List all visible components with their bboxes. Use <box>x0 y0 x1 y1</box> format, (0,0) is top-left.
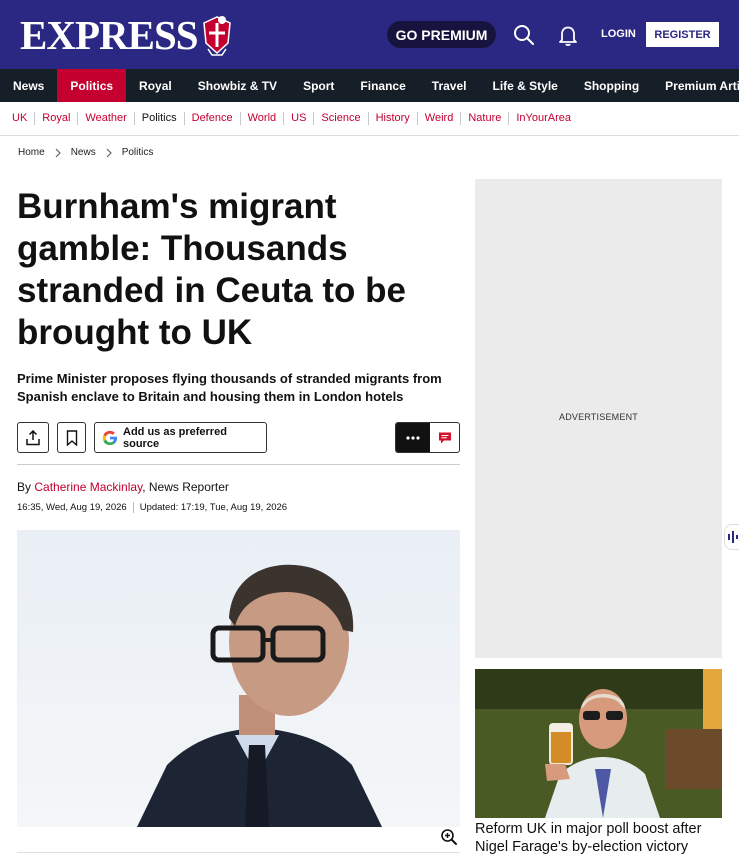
article-standfirst: Prime Minister proposes flying thousands… <box>17 371 442 404</box>
share-icon <box>26 429 40 445</box>
nav-item-premium-articles[interactable]: Premium Articles <box>652 69 739 102</box>
crest-logo-icon <box>202 16 231 56</box>
subnav-item-world[interactable]: World <box>241 112 285 125</box>
subnav-item-royal[interactable]: Royal <box>35 112 79 125</box>
comments-button[interactable] <box>395 422 460 453</box>
subnav-item-weird[interactable]: Weird <box>418 112 462 125</box>
subnav-item-us[interactable]: US <box>284 112 315 125</box>
main-nav: News Politics Royal Showbiz & TV Sport F… <box>0 69 739 102</box>
nav-item-finance[interactable]: Finance <box>347 69 418 102</box>
google-icon <box>102 430 117 445</box>
byline: By Catherine Mackinlay, News Reporter <box>17 480 229 494</box>
subnav-item-nature[interactable]: Nature <box>461 112 510 125</box>
article-headline: Burnham's migrant gamble: Thousands stra… <box>17 187 406 352</box>
promo-image[interactable] <box>475 669 722 818</box>
subnav-item-politics[interactable]: Politics <box>135 112 185 125</box>
search-icon[interactable] <box>512 23 536 47</box>
google-preferred-source-button[interactable]: Add us as preferred source <box>94 422 267 453</box>
advertisement-slot[interactable]: ADVERTISEMENT <box>475 179 722 658</box>
register-button[interactable]: REGISTER <box>646 22 719 47</box>
login-link[interactable]: LOGIN <box>601 28 636 40</box>
chevron-right-icon <box>55 148 61 157</box>
article-dates: 16:35, Wed, Aug 19, 2026 Updated: 17:19,… <box>17 502 287 513</box>
article-actions: Add us as preferred source <box>17 422 460 453</box>
advertisement-label: ADVERTISEMENT <box>559 412 638 422</box>
chevron-right-icon <box>106 148 112 157</box>
hero-bottom-rule <box>17 852 460 853</box>
logo-text: EXPRESS <box>20 12 199 58</box>
portrait-photo <box>17 530 460 827</box>
nav-item-royal[interactable]: Royal <box>126 69 185 102</box>
subnav-item-history[interactable]: History <box>369 112 418 125</box>
hero-image[interactable] <box>17 530 460 827</box>
share-button[interactable] <box>17 422 49 453</box>
breadcrumb-home[interactable]: Home <box>18 147 45 158</box>
nav-item-travel[interactable]: Travel <box>419 69 480 102</box>
promo-headline-link[interactable]: Reform UK in major poll boost after Nige… <box>475 820 735 856</box>
subnav-item-inyourarea[interactable]: InYourArea <box>509 112 578 125</box>
express-logo[interactable]: EXPRESS <box>20 12 234 58</box>
audio-bars-icon <box>728 531 738 543</box>
subnav-item-defence[interactable]: Defence <box>185 112 241 125</box>
comment-icon <box>438 432 451 443</box>
nav-item-life-style[interactable]: Life & Style <box>479 69 570 102</box>
subnav-item-uk[interactable]: UK <box>5 112 36 125</box>
nav-item-shopping[interactable]: Shopping <box>571 69 652 102</box>
promo-photo <box>475 669 722 818</box>
google-source-label: Add us as preferred source <box>123 425 227 450</box>
subnav-item-science[interactable]: Science <box>314 112 369 125</box>
nav-item-news[interactable]: News <box>0 69 57 102</box>
byline-prefix: By <box>17 480 32 494</box>
audio-player-tab[interactable] <box>724 524 739 550</box>
breadcrumb: Home News Politics <box>18 147 153 158</box>
zoom-in-icon[interactable] <box>440 828 458 846</box>
published-time: 16:35, Wed, Aug 19, 2026 <box>17 502 127 513</box>
nav-item-politics[interactable]: Politics <box>57 69 127 102</box>
breadcrumb-news[interactable]: News <box>71 147 96 158</box>
article-divider <box>17 464 460 465</box>
bookmark-button[interactable] <box>57 422 86 453</box>
bookmark-icon <box>66 429 77 446</box>
site-header: EXPRESS GO PREMIUM LOGIN REGISTER <box>0 0 739 69</box>
nav-item-sport[interactable]: Sport <box>290 69 347 102</box>
go-premium-button[interactable]: GO PREMIUM <box>387 21 496 48</box>
updated-time: Updated: 17:19, Tue, Aug 19, 2026 <box>139 502 288 513</box>
bell-icon[interactable] <box>556 23 580 47</box>
more-dots-icon <box>396 423 430 452</box>
sub-nav: UK Royal Weather Politics Defence World … <box>0 102 739 136</box>
nav-item-showbiz-tv[interactable]: Showbiz & TV <box>185 69 290 102</box>
breadcrumb-politics[interactable]: Politics <box>122 147 154 158</box>
author-link[interactable]: Catherine Mackinlay <box>34 480 142 494</box>
author-role: , News Reporter <box>142 480 229 494</box>
subnav-item-weather[interactable]: Weather <box>78 112 135 125</box>
